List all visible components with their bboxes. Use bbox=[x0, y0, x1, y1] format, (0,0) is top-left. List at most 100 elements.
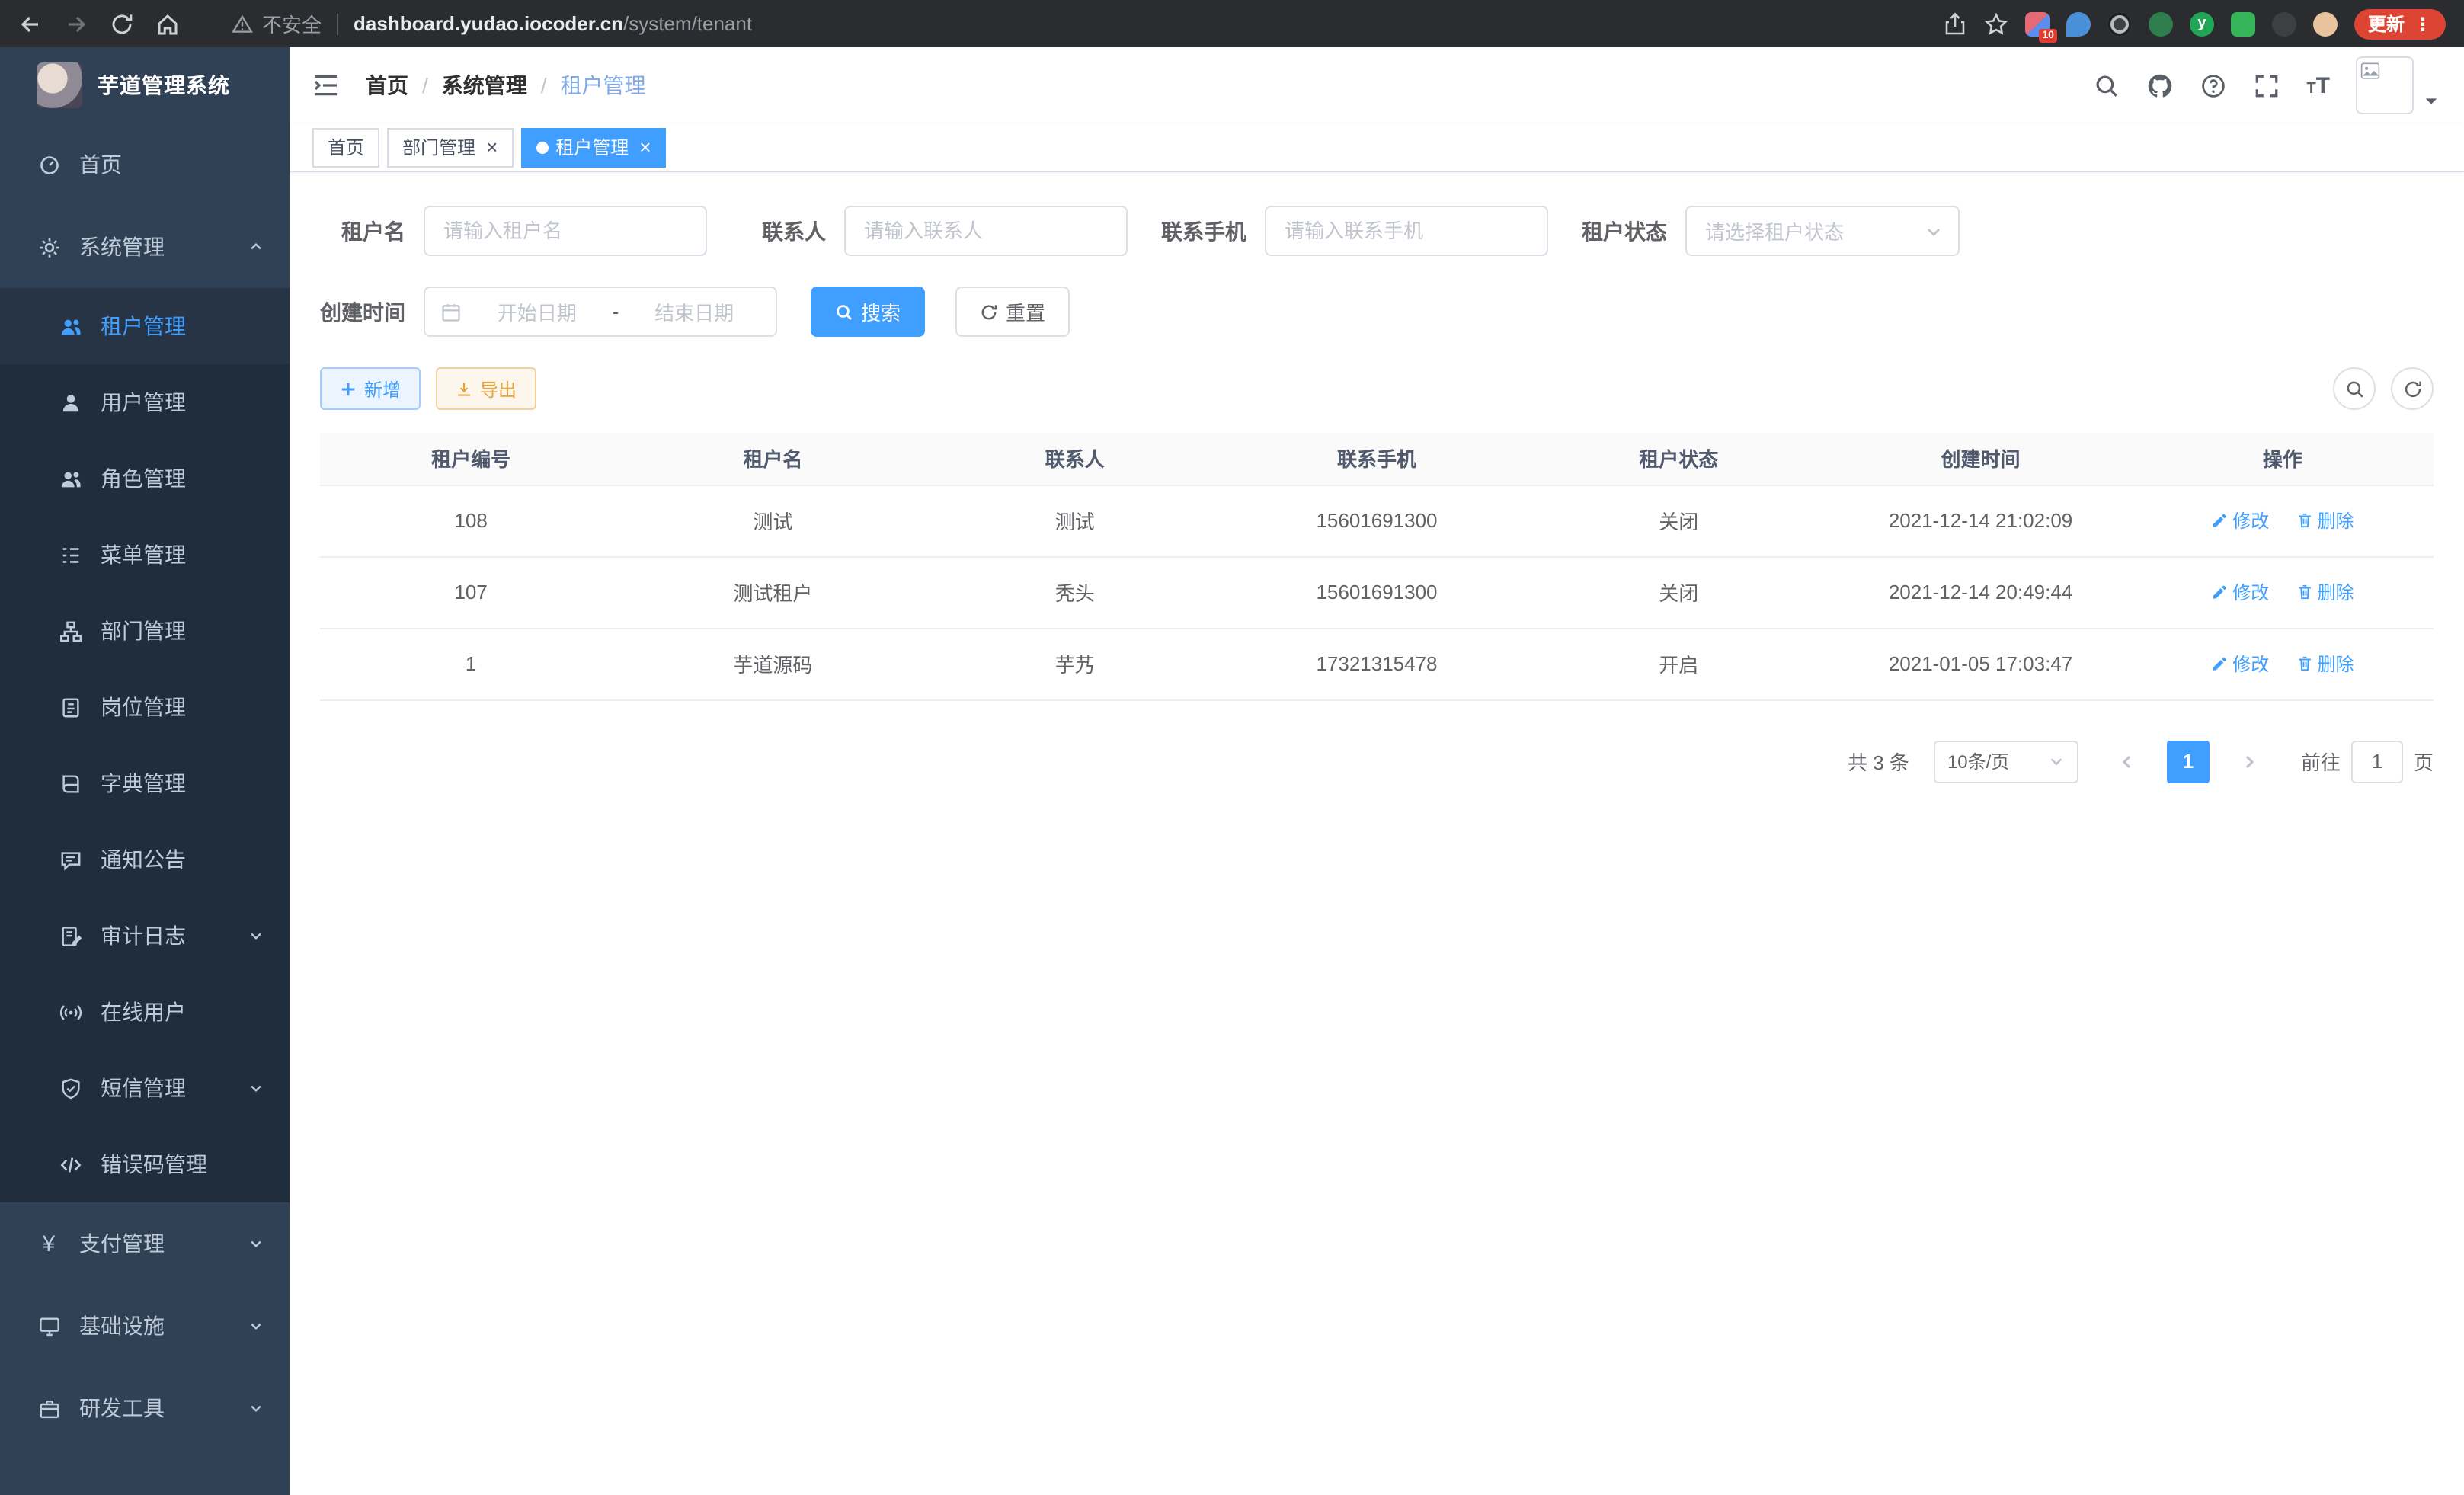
address-bar[interactable]: 不安全 dashboard.yudao.iocoder.cn/system/te… bbox=[232, 9, 1943, 38]
reset-button[interactable]: 重置 bbox=[955, 287, 1070, 337]
extension-icon[interactable] bbox=[2107, 11, 2132, 36]
plus-icon bbox=[340, 380, 357, 397]
top-navbar: 首页 / 系统管理 / 租户管理 bbox=[290, 47, 2464, 123]
prev-page-button[interactable] bbox=[2106, 740, 2149, 783]
browser-menu-icon[interactable]: ⋮ bbox=[2414, 13, 2432, 34]
page-size-select[interactable]: 10条/页 bbox=[1934, 740, 2078, 783]
infra-monitor-icon bbox=[37, 1314, 61, 1338]
online-user-icon bbox=[58, 1000, 82, 1024]
sidebar-item-label: 支付管理 bbox=[79, 1228, 165, 1259]
sidebar-item-system[interactable]: 系统管理 bbox=[0, 206, 290, 288]
page-number-button[interactable]: 1 bbox=[2167, 740, 2210, 783]
contact-label: 联系人 bbox=[722, 216, 826, 246]
bookmark-star-icon[interactable] bbox=[1984, 11, 2008, 36]
help-question-icon[interactable] bbox=[2200, 72, 2227, 99]
contact-input[interactable] bbox=[844, 206, 1128, 256]
page-unit-label: 页 bbox=[2414, 747, 2434, 776]
edit-link[interactable]: 修改 bbox=[2211, 651, 2269, 677]
sidebar-item-label: 系统管理 bbox=[79, 232, 165, 262]
profile-avatar[interactable] bbox=[2313, 11, 2338, 36]
security-indicator[interactable]: 不安全 bbox=[232, 9, 322, 38]
date-end-placeholder: 结束日期 bbox=[628, 297, 760, 326]
sidebar-item-devtools[interactable]: 研发工具 bbox=[0, 1367, 290, 1449]
sidebar-item-post[interactable]: 岗位管理 bbox=[0, 669, 290, 745]
delete-link[interactable]: 删除 bbox=[2296, 579, 2354, 605]
chevron-down-icon bbox=[248, 1318, 264, 1333]
export-button[interactable]: 导出 bbox=[436, 367, 536, 410]
sidebar-item-notice[interactable]: 通知公告 bbox=[0, 821, 290, 898]
update-label: 更新 bbox=[2368, 11, 2405, 37]
tenant-name-input[interactable] bbox=[424, 206, 707, 256]
next-page-button[interactable] bbox=[2228, 740, 2270, 783]
browser-back-icon[interactable] bbox=[18, 11, 43, 36]
sidebar-item-error-code[interactable]: 错误码管理 bbox=[0, 1126, 290, 1202]
dept-tree-icon bbox=[58, 619, 82, 643]
sidebar-item-dept[interactable]: 部门管理 bbox=[0, 593, 290, 669]
delete-link[interactable]: 删除 bbox=[2296, 651, 2354, 677]
share-icon[interactable] bbox=[1943, 11, 1967, 36]
sidebar-item-label: 短信管理 bbox=[101, 1073, 186, 1103]
edit-link[interactable]: 修改 bbox=[2211, 507, 2269, 533]
sidebar-item-dict[interactable]: 字典管理 bbox=[0, 745, 290, 821]
header-search-icon[interactable] bbox=[2093, 72, 2120, 99]
tab-label: 部门管理 bbox=[402, 134, 475, 160]
gear-icon bbox=[37, 235, 61, 259]
app-logo[interactable]: 芋道管理系统 bbox=[0, 47, 290, 123]
tab-label: 租户管理 bbox=[555, 134, 629, 160]
sidebar-item-sms[interactable]: 短信管理 bbox=[0, 1050, 290, 1126]
cell-contact: 秃头 bbox=[924, 556, 1226, 628]
puzzle-extensions-icon[interactable] bbox=[2272, 11, 2296, 36]
breadcrumb-item-home[interactable]: 首页 bbox=[366, 70, 408, 101]
create-time-range-picker[interactable]: 开始日期 - 结束日期 bbox=[424, 287, 777, 337]
extension-icon[interactable] bbox=[2149, 11, 2173, 36]
sidebar-item-audit-log[interactable]: 审计日志 bbox=[0, 898, 290, 974]
tab-label: 首页 bbox=[328, 134, 364, 160]
github-icon[interactable] bbox=[2146, 72, 2174, 99]
warning-icon bbox=[232, 13, 253, 34]
close-icon[interactable]: × bbox=[639, 137, 651, 157]
browser-home-icon[interactable] bbox=[155, 11, 180, 36]
sidebar-collapse-icon[interactable] bbox=[311, 70, 341, 101]
search-button[interactable]: 搜索 bbox=[811, 287, 925, 337]
goto-page-input[interactable] bbox=[2351, 740, 2403, 783]
browser-refresh-icon[interactable] bbox=[110, 11, 134, 36]
refresh-table-button[interactable] bbox=[2391, 367, 2434, 410]
sidebar-item-tenant[interactable]: 租户管理 bbox=[0, 288, 290, 364]
tab-dept[interactable]: 部门管理 × bbox=[387, 127, 513, 167]
sidebar-item-online-user[interactable]: 在线用户 bbox=[0, 974, 290, 1050]
sidebar-item-menu[interactable]: 菜单管理 bbox=[0, 517, 290, 593]
status-select[interactable]: 请选择租户状态 bbox=[1685, 206, 1960, 256]
sidebar-item-home[interactable]: 首页 bbox=[0, 123, 290, 206]
phone-input[interactable] bbox=[1265, 206, 1548, 256]
extension-icon[interactable] bbox=[2025, 11, 2050, 36]
sidebar-item-user[interactable]: 用户管理 bbox=[0, 364, 290, 440]
close-icon[interactable]: × bbox=[486, 137, 498, 157]
divider bbox=[337, 13, 338, 34]
delete-link[interactable]: 删除 bbox=[2296, 507, 2354, 533]
sidebar-item-payment[interactable]: ¥ 支付管理 bbox=[0, 1202, 290, 1285]
sidebar-item-label: 在线用户 bbox=[101, 997, 186, 1027]
cell-tenant-id: 108 bbox=[320, 485, 622, 556]
trash-icon bbox=[2296, 512, 2312, 529]
search-icon bbox=[2344, 379, 2364, 399]
tab-tenant[interactable]: 租户管理 × bbox=[520, 127, 666, 167]
refresh-icon bbox=[2402, 379, 2422, 399]
edit-link[interactable]: 修改 bbox=[2211, 579, 2269, 605]
font-size-icon[interactable]: TT bbox=[2306, 74, 2330, 97]
browser-update-button[interactable]: 更新 ⋮ bbox=[2354, 8, 2446, 39]
breadcrumb-item-system[interactable]: 系统管理 bbox=[442, 70, 527, 101]
browser-forward-icon[interactable] bbox=[64, 11, 88, 36]
sidebar-item-infra[interactable]: 基础设施 bbox=[0, 1285, 290, 1367]
extension-icon[interactable] bbox=[2066, 11, 2091, 36]
fullscreen-icon[interactable] bbox=[2253, 72, 2280, 99]
tab-home[interactable]: 首页 bbox=[312, 127, 379, 167]
user-avatar-dropdown[interactable] bbox=[2356, 56, 2440, 114]
cell-actions: 修改 删除 bbox=[2132, 485, 2434, 556]
sms-shield-icon bbox=[58, 1076, 82, 1100]
cell-status: 开启 bbox=[1528, 628, 1829, 699]
add-button[interactable]: 新增 bbox=[320, 367, 421, 410]
extension-icon[interactable] bbox=[2231, 11, 2255, 36]
toggle-search-button[interactable] bbox=[2333, 367, 2376, 410]
extension-icon[interactable]: y bbox=[2190, 11, 2214, 36]
sidebar-item-role[interactable]: 角色管理 bbox=[0, 440, 290, 517]
